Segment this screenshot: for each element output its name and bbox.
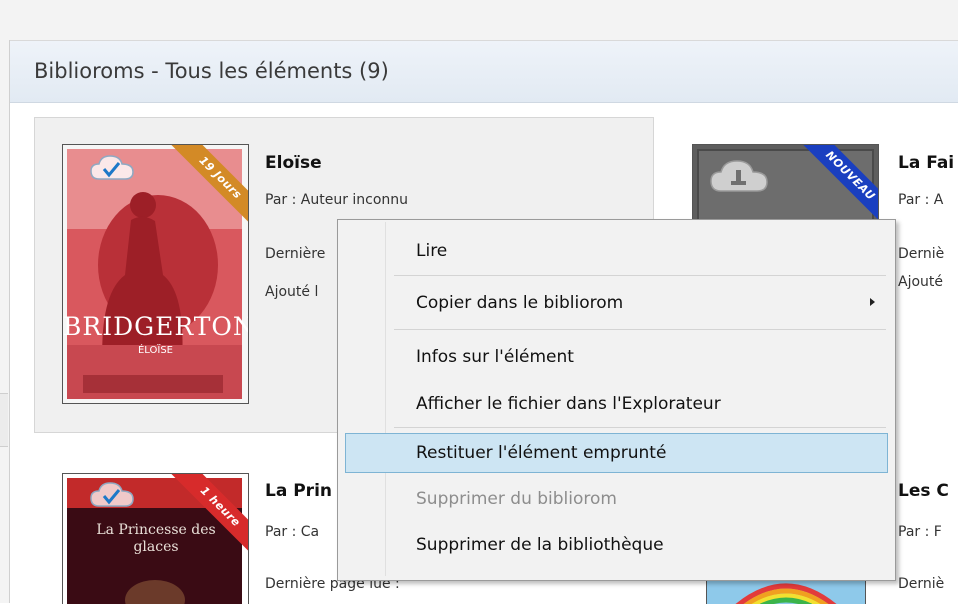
- menu-item-read[interactable]: Lire: [344, 234, 889, 268]
- menu-item-label: Supprimer de la bibliothèque: [416, 535, 664, 555]
- menu-item-label: Restituer l'élément emprunté: [416, 443, 667, 463]
- cover-title-text: BRIDGERTON: [63, 312, 249, 341]
- menu-item-label: Copier dans le bibliorom: [416, 293, 624, 313]
- left-pane-splitter[interactable]: [0, 393, 8, 447]
- book-last-page: Derniè: [898, 576, 945, 592]
- cloud-sync-check-icon: [90, 482, 134, 507]
- menu-item-return-borrowed[interactable]: Restituer l'élément emprunté: [345, 433, 888, 473]
- menu-item-label: Infos sur l'élément: [416, 347, 574, 367]
- book-title[interactable]: Les C: [898, 481, 949, 501]
- menu-item-label: Afficher le fichier dans l'Explorateur: [416, 394, 721, 414]
- cover-subtitle-text: ÉLOÏSE: [137, 345, 174, 356]
- book-added-date: Ajouté: [898, 274, 944, 290]
- cloud-download-icon: [710, 160, 768, 192]
- book-added-date: Ajouté l: [265, 284, 319, 300]
- menu-item-label: Supprimer du bibliorom: [416, 489, 617, 509]
- book-last-page: Dernière: [265, 246, 326, 262]
- collection-title: Biblioroms - Tous les éléments (9): [34, 59, 389, 83]
- menu-item-copy-to-bibliorom[interactable]: Copier dans le bibliorom: [344, 286, 889, 320]
- book-title[interactable]: Eloïse: [265, 153, 322, 173]
- book-title[interactable]: La Prin: [265, 481, 332, 501]
- menu-item-item-info[interactable]: Infos sur l'élément: [344, 340, 889, 374]
- book-last-page: Derniè: [898, 246, 945, 262]
- context-menu: Lire Copier dans le bibliorom Infos sur …: [337, 219, 896, 581]
- book-author: Par : F: [898, 524, 942, 540]
- menu-separator: [394, 427, 886, 428]
- menu-separator: [394, 275, 886, 276]
- book-cover-la-princesse[interactable]: La Princesse des glaces 1 heure: [62, 473, 249, 604]
- menu-separator: [394, 329, 886, 330]
- book-author: Par : Auteur inconnu: [265, 192, 409, 208]
- menu-item-label: Lire: [416, 241, 448, 261]
- menu-item-remove-from-bibliorom: Supprimer du bibliorom: [344, 482, 889, 516]
- cover-title-text: La Princesse des glaces: [96, 522, 216, 555]
- book-cover-eloise[interactable]: BRIDGERTON ÉLOÏSE 19 Jours: [62, 144, 249, 404]
- menu-item-remove-from-library[interactable]: Supprimer de la bibliothèque: [344, 528, 889, 562]
- book-title[interactable]: La Fai: [898, 153, 954, 173]
- submenu-arrow-icon: [870, 298, 875, 306]
- menu-item-show-in-explorer[interactable]: Afficher le fichier dans l'Explorateur: [344, 387, 889, 421]
- top-toolbar-strip: [0, 0, 958, 41]
- collection-header: Biblioroms - Tous les éléments (9): [10, 41, 958, 103]
- cloud-sync-check-icon: [90, 155, 134, 180]
- book-author: Par : Ca: [265, 524, 320, 540]
- book-author: Par : A: [898, 192, 944, 208]
- left-pane-edge: [0, 40, 10, 603]
